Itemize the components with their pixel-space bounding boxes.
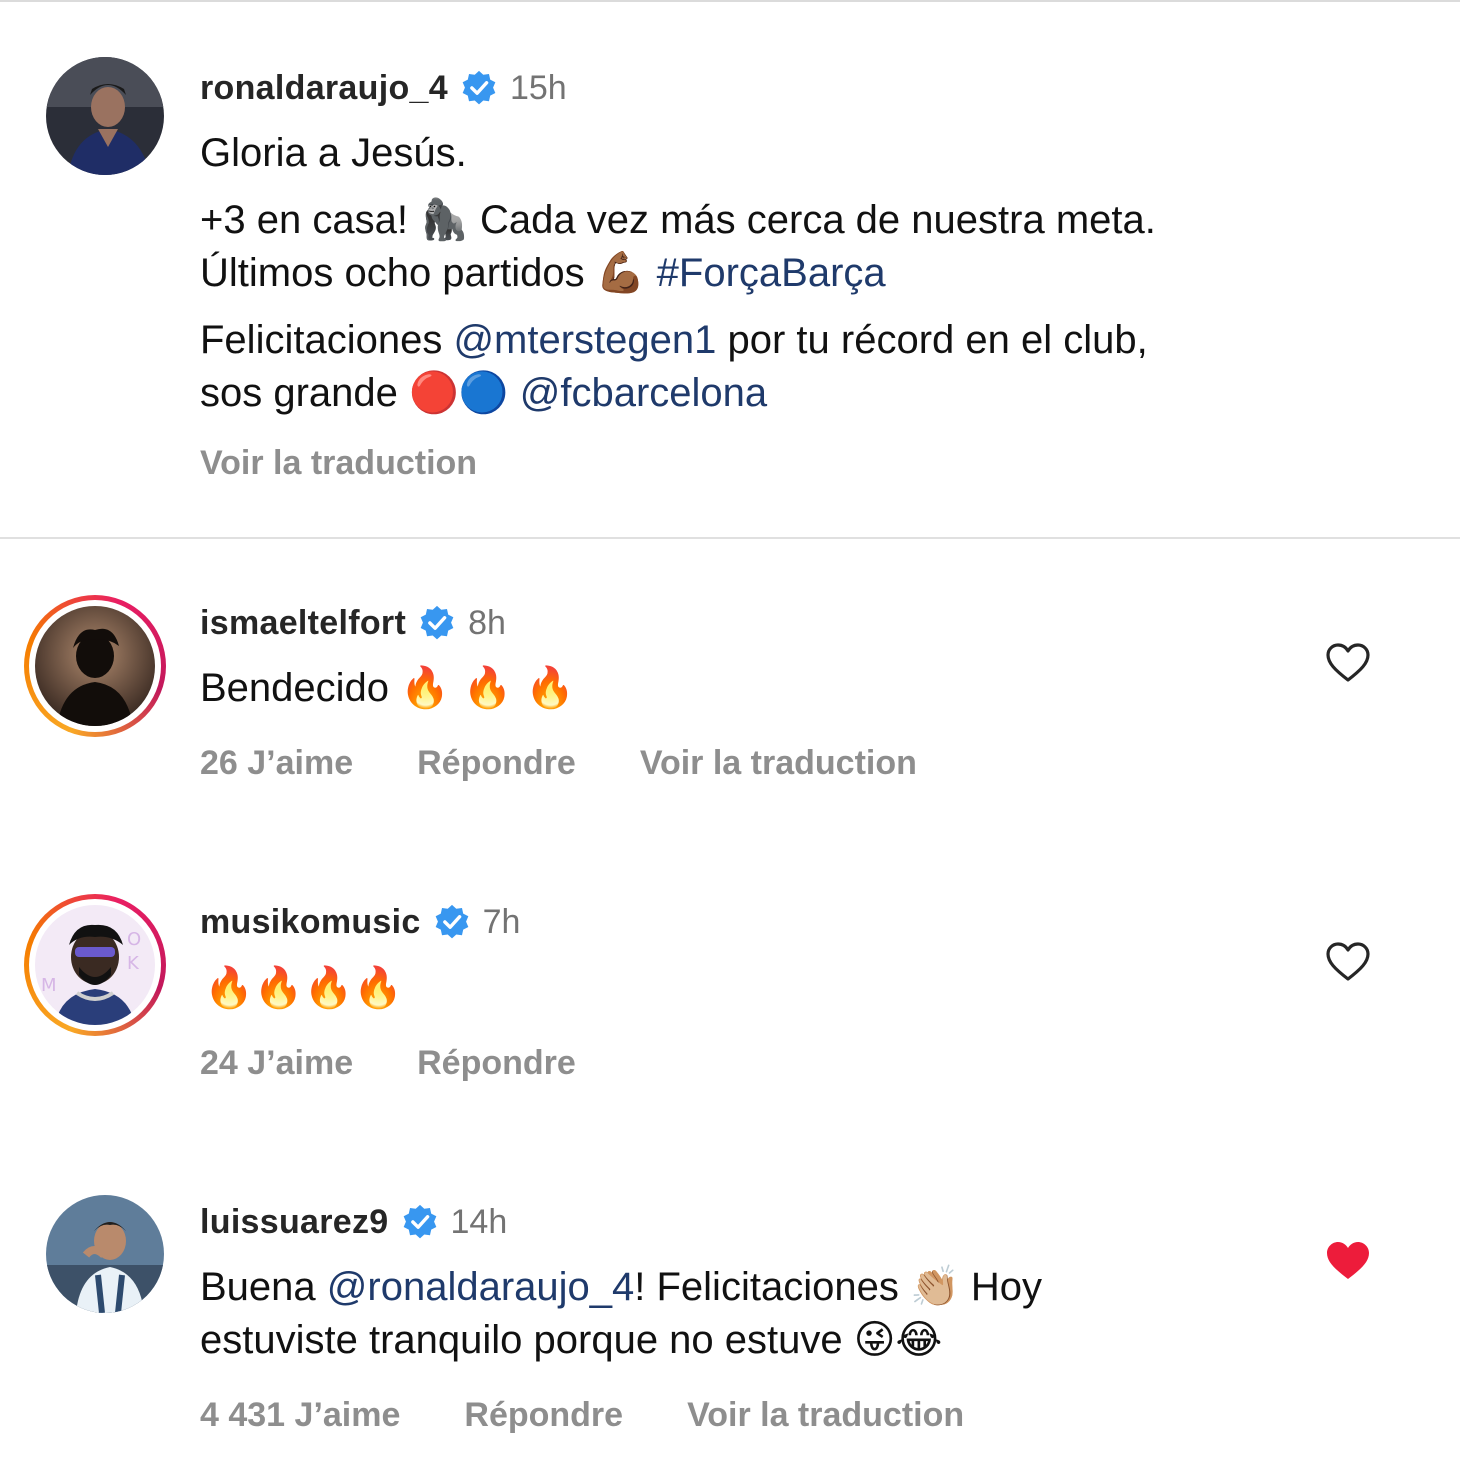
mention-link[interactable]: @fcbarcelona <box>509 371 767 415</box>
avatar-luissuarez9[interactable] <box>46 1195 164 1313</box>
verified-badge-icon <box>418 604 456 642</box>
caption-text: sos grande <box>200 371 410 415</box>
comment-body: Bendecido <box>200 666 401 710</box>
heart-outline-icon[interactable] <box>1325 642 1371 684</box>
comment-username[interactable]: luissuarez9 <box>200 1203 389 1242</box>
post-meta: Voir la traduction <box>200 444 477 483</box>
caption-text: Últimos ocho partidos <box>200 251 596 295</box>
mention-link[interactable]: @mterstegen1 <box>453 318 716 362</box>
avatar-photo <box>46 1195 164 1313</box>
avatar-ismaeltelfort[interactable] <box>24 595 166 737</box>
see-translation-button[interactable]: Voir la traduction <box>687 1396 964 1435</box>
caption-text: +3 en casa! <box>200 198 420 242</box>
comment-text: 🔥🔥🔥🔥 <box>204 962 403 1015</box>
comment-body: estuviste tranquilo porque no estuve <box>200 1318 854 1362</box>
verified-badge-icon <box>433 903 471 941</box>
comment-header: luissuarez9 14h <box>200 1200 507 1244</box>
avatar-photo: O K M <box>35 905 155 1025</box>
reply-button[interactable]: Répondre <box>417 1044 576 1083</box>
mention-link[interactable]: @ronaldaraujo_4 <box>327 1265 634 1309</box>
fire-emoji: 🔥 🔥 🔥 <box>400 665 575 711</box>
avatar-photo <box>46 57 164 175</box>
caption-text: Gloria a Jesús. <box>200 131 467 175</box>
red-blue-circles-emoji: 🔴🔵 <box>409 370 509 416</box>
comment-time: 14h <box>450 1202 508 1241</box>
caption-line-3: Últimos ocho partidos 💪🏾 #ForçaBarça <box>200 247 886 300</box>
flexed-bicep-emoji: 💪🏾 <box>595 250 646 296</box>
likes-count[interactable]: 24 J’aime <box>200 1044 353 1083</box>
caption-text: por tu récord en el club, <box>716 318 1148 362</box>
clapping-hands-emoji: 👏🏼 <box>909 1264 960 1310</box>
divider <box>0 537 1460 539</box>
caption-text: Cada vez más cerca de nuestra meta. <box>468 198 1156 242</box>
comment-actions: 4 431 J’aime Répondre Voir la traduction <box>200 1396 964 1435</box>
comment-actions: 26 J’aime Répondre Voir la traduction <box>200 744 917 783</box>
comment-actions: 24 J’aime Répondre <box>200 1044 576 1083</box>
gorilla-emoji: 🦍 <box>419 197 469 243</box>
see-translation-button[interactable]: Voir la traduction <box>640 744 917 783</box>
verified-badge-icon <box>460 69 498 107</box>
likes-count[interactable]: 4 431 J’aime <box>200 1396 400 1435</box>
caption-line-1: Gloria a Jesús. <box>200 127 467 180</box>
top-border <box>0 0 1460 2</box>
verified-badge-icon <box>401 1203 439 1241</box>
caption-line-5: sos grande 🔴🔵 @fcbarcelona <box>200 367 767 420</box>
comment-body: Buena <box>200 1265 327 1309</box>
comment-text-line-2: estuviste tranquilo porque no estuve 😜😂 <box>200 1314 942 1367</box>
comment-username[interactable]: ismaeltelfort <box>200 604 406 643</box>
avatar-musikomusic[interactable]: O K M <box>24 894 166 1036</box>
comment-text-line-1: Buena @ronaldaraujo_4! Felicitaciones 👏🏼… <box>200 1261 1042 1314</box>
comment-header: ismaeltelfort 8h <box>200 601 506 645</box>
fire-emoji: 🔥🔥🔥🔥 <box>204 965 404 1011</box>
comment-time: 8h <box>468 603 506 642</box>
post-time: 15h <box>509 68 567 107</box>
heart-filled-icon[interactable] <box>1325 1240 1371 1282</box>
caption-line-2: +3 en casa! 🦍 Cada vez más cerca de nues… <box>200 194 1156 247</box>
heart-outline-icon[interactable] <box>1325 941 1371 983</box>
svg-text:M: M <box>41 975 57 996</box>
likes-count[interactable]: 26 J’aime <box>200 744 353 783</box>
see-translation-button[interactable]: Voir la traduction <box>200 444 477 483</box>
comment-time: 7h <box>482 902 521 941</box>
winking-laughing-emoji: 😜😂 <box>853 1317 943 1363</box>
svg-text:O: O <box>127 929 141 950</box>
comment-body: Hoy <box>959 1265 1042 1309</box>
avatar-photo <box>35 606 155 726</box>
reply-button[interactable]: Répondre <box>417 744 576 783</box>
svg-text:K: K <box>127 953 140 974</box>
comment-header: musikomusic 7h <box>200 900 520 944</box>
comment-username[interactable]: musikomusic <box>200 903 421 942</box>
caption-line-4: Felicitaciones @mterstegen1 por tu récor… <box>200 314 1148 367</box>
hashtag-link[interactable]: #ForçaBarça <box>646 251 886 295</box>
comment-body: ! Felicitaciones <box>634 1265 910 1309</box>
reply-button[interactable]: Répondre <box>464 1396 623 1435</box>
comment-text: Bendecido 🔥 🔥 🔥 <box>200 662 575 715</box>
post-username[interactable]: ronaldaraujo_4 <box>200 69 448 108</box>
post-header: ronaldaraujo_4 15h <box>200 66 567 110</box>
avatar-ronaldaraujo[interactable] <box>46 57 164 175</box>
caption-text: Felicitaciones <box>200 318 454 362</box>
